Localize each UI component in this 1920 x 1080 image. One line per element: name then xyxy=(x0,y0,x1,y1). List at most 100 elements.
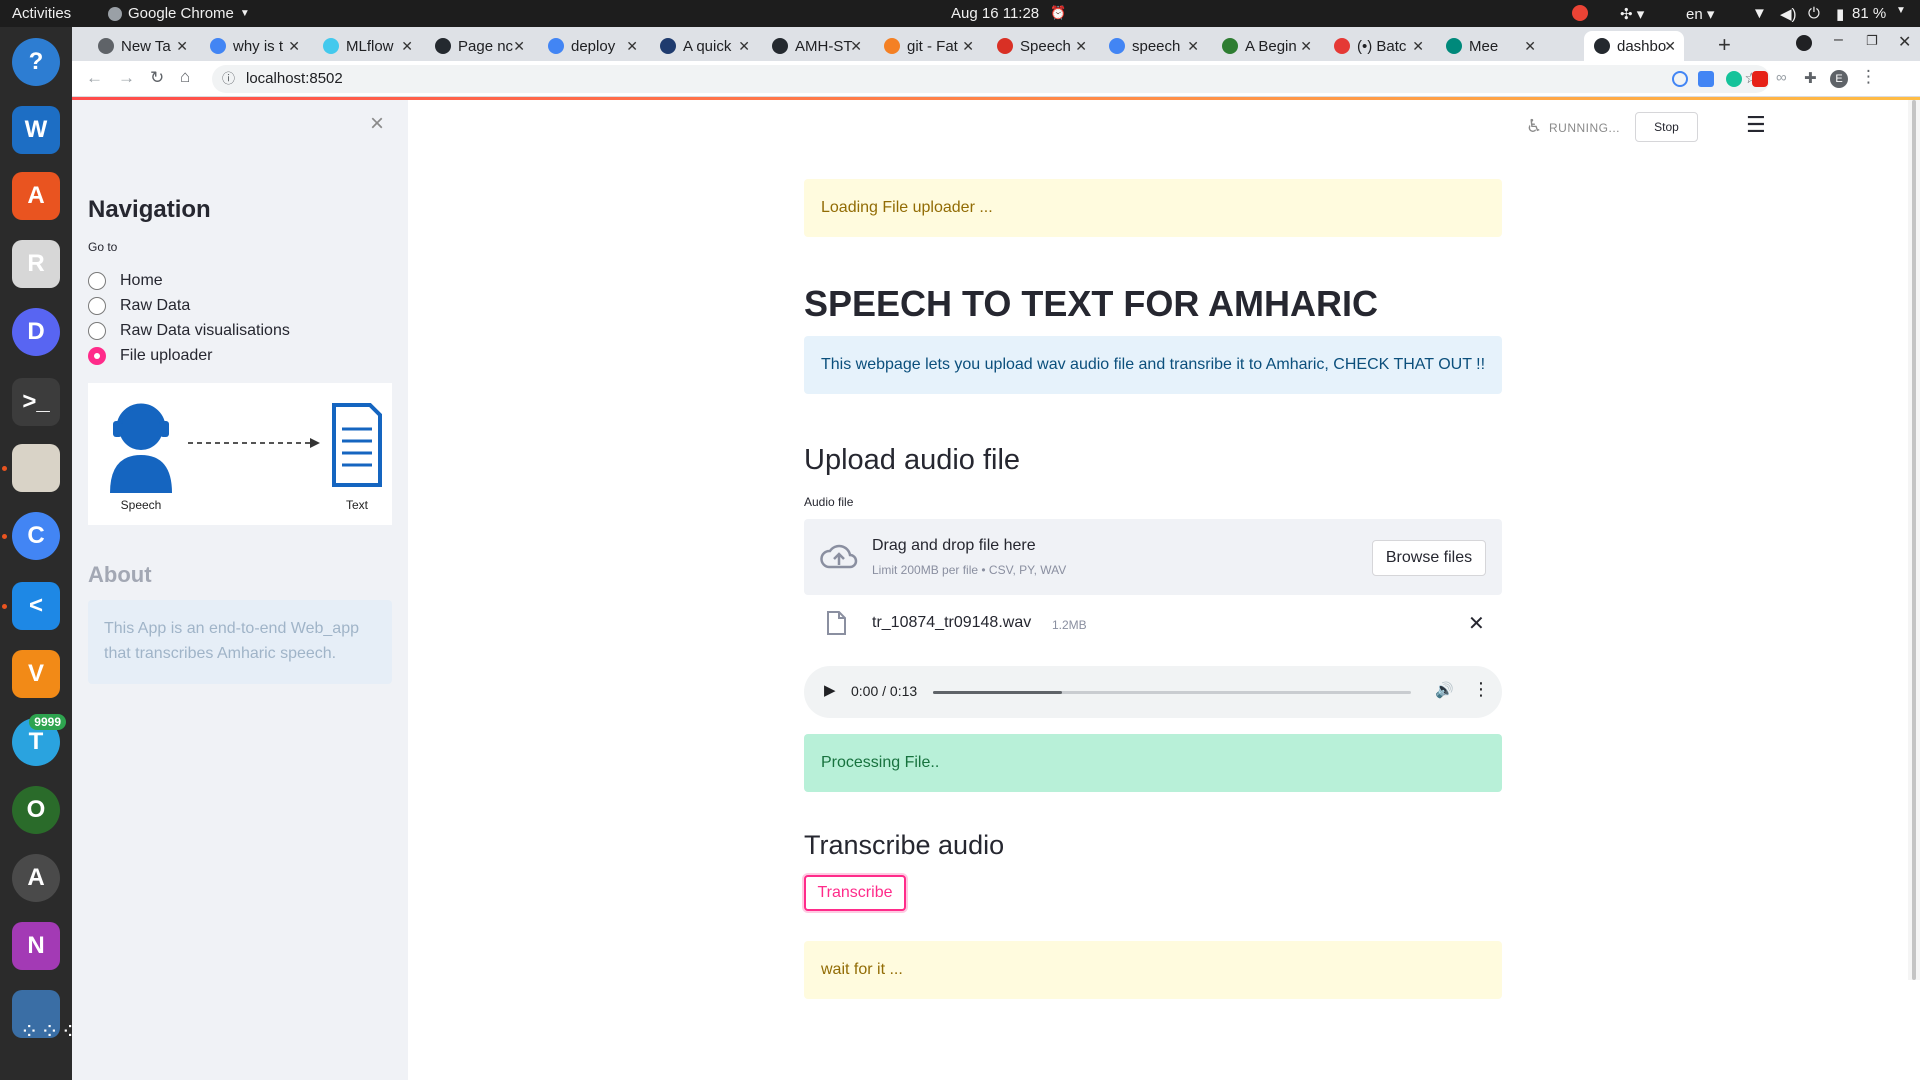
close-tab-icon[interactable]: ✕ xyxy=(513,38,525,55)
browser-tab[interactable]: Page nc ✕ xyxy=(425,31,533,61)
audio-progress-fill xyxy=(933,691,1063,694)
tab-search-icon[interactable] xyxy=(1796,35,1812,51)
dock-software-icon[interactable]: A xyxy=(12,172,60,220)
dock-chrome-icon[interactable]: C xyxy=(12,512,60,560)
dock-help-icon[interactable]: ? xyxy=(12,38,60,86)
system-menu-chevron[interactable]: ▼ xyxy=(1896,5,1906,16)
close-tab-icon[interactable]: ✕ xyxy=(1187,38,1199,55)
show-applications-icon[interactable]: ⁘⁘⁘ xyxy=(20,1021,79,1059)
sidebar-close-icon[interactable]: × xyxy=(370,110,384,138)
tab-label: A quick xyxy=(683,37,732,55)
browser-tab[interactable]: speech ✕ xyxy=(1099,31,1207,61)
radio-button[interactable] xyxy=(88,272,106,290)
browser-tab[interactable]: Speech ✕ xyxy=(987,31,1095,61)
adblock-extension-icon[interactable] xyxy=(1752,71,1768,87)
dock-files-icon[interactable] xyxy=(12,444,60,492)
dock-terminal-icon[interactable]: >_ xyxy=(12,378,60,426)
dock-vlc-icon[interactable]: V xyxy=(12,650,60,698)
dock-writer-icon[interactable]: W xyxy=(12,106,60,154)
dock-camera-icon[interactable]: O xyxy=(12,786,60,834)
dock-reader-icon[interactable]: R xyxy=(12,240,60,288)
file-dropzone[interactable]: Drag and drop file here Limit 200MB per … xyxy=(804,519,1502,595)
forward-icon[interactable]: → xyxy=(118,68,135,88)
volume-icon[interactable]: ◀) xyxy=(1780,5,1797,23)
transcribe-button[interactable]: Transcribe xyxy=(804,875,906,911)
keyboard-layout[interactable]: en ▾ xyxy=(1686,5,1714,23)
browser-tab[interactable]: A quick ✕ xyxy=(650,31,758,61)
grammarly-extension-icon[interactable] xyxy=(1726,71,1742,87)
browser-tab[interactable]: deploy ✕ xyxy=(538,31,646,61)
back-icon[interactable]: ← xyxy=(86,68,103,88)
play-icon[interactable]: ▶ xyxy=(824,681,836,699)
chrome-menu-icon[interactable]: ⋮ xyxy=(1860,67,1877,87)
site-info-icon[interactable]: ⓘ xyxy=(222,65,235,93)
browser-tab[interactable]: MLflow ✕ xyxy=(313,31,421,61)
radio-option-file-uploader[interactable]: File uploader xyxy=(88,347,213,365)
chrome-indicator-icon[interactable] xyxy=(1572,5,1588,25)
dock-vscode-icon[interactable]: < xyxy=(12,582,60,630)
browser-tab[interactable]: why is t ✕ xyxy=(200,31,308,61)
close-tab-icon[interactable]: ✕ xyxy=(1300,38,1312,55)
dock-telegram-icon[interactable]: T 9999 xyxy=(12,714,66,766)
uploaded-file-row: tr_10874_tr09148.wav 1.2MB ✕ xyxy=(804,605,1502,643)
browser-tab[interactable]: dashbo ✕ xyxy=(1584,31,1684,61)
link-extension-icon[interactable]: ∞ xyxy=(1776,69,1787,86)
reload-icon[interactable]: ↻ xyxy=(150,68,164,88)
diagram-caption-speech: Speech xyxy=(121,498,162,512)
address-bar[interactable]: ⓘ localhost:8502 ☆ xyxy=(212,65,1770,93)
audio-progress-track[interactable] xyxy=(933,691,1411,694)
main-scrollbar[interactable] xyxy=(1908,100,1920,980)
volume-icon[interactable]: 🔊 xyxy=(1435,681,1454,699)
hamburger-menu-icon[interactable]: ☰ xyxy=(1746,112,1766,138)
browser-tab[interactable]: (•) Batc ✕ xyxy=(1324,31,1432,61)
wifi-icon[interactable]: ▼ xyxy=(1752,5,1767,22)
radio-option-raw-data[interactable]: Raw Data xyxy=(88,297,190,315)
close-tab-icon[interactable]: ✕ xyxy=(1524,38,1536,55)
radio-option-home[interactable]: Home xyxy=(88,272,163,290)
puzzle-icon[interactable]: ✚ xyxy=(1804,69,1817,87)
close-tab-icon[interactable]: ✕ xyxy=(288,38,300,55)
dock-onenote-icon[interactable]: N xyxy=(12,922,60,970)
stop-button[interactable]: Stop xyxy=(1635,112,1698,142)
ubuntu-dock: ? W A R D >_ C < V T 9999 O A N ⁘⁘⁘ xyxy=(0,27,79,1080)
maximize-icon[interactable]: ❐ xyxy=(1866,33,1878,49)
close-tab-icon[interactable]: ✕ xyxy=(738,38,750,55)
new-tab-icon[interactable]: + xyxy=(1718,32,1731,58)
home-icon[interactable]: ⌂ xyxy=(180,67,190,87)
close-tab-icon[interactable]: ✕ xyxy=(1412,38,1424,55)
app-menu[interactable]: Google Chrome ▼ xyxy=(108,5,250,22)
clock[interactable]: Aug 16 11:28 xyxy=(951,5,1039,22)
browser-tab[interactable]: git - Fat ✕ xyxy=(874,31,982,61)
radio-button-selected[interactable] xyxy=(88,347,106,365)
browser-tab[interactable]: New Ta ✕ xyxy=(88,31,196,61)
audio-more-icon[interactable]: ⋮ xyxy=(1472,679,1490,700)
minimize-icon[interactable]: – xyxy=(1834,31,1843,49)
close-tab-icon[interactable]: ✕ xyxy=(1075,38,1087,55)
browser-tab[interactable]: AMH-ST ✕ xyxy=(762,31,870,61)
dock-discord-icon[interactable]: D xyxy=(12,308,60,356)
loading-alert-text: Loading File uploader ... xyxy=(821,199,993,216)
accessibility-icon[interactable]: ✣ ▾ xyxy=(1620,5,1644,23)
close-tab-icon[interactable]: ✕ xyxy=(1664,38,1676,55)
radio-option-visualisations[interactable]: Raw Data visualisations xyxy=(88,322,290,340)
browse-files-button[interactable]: Browse files xyxy=(1372,540,1486,576)
radio-button[interactable] xyxy=(88,322,106,340)
dock-updater-icon[interactable]: A xyxy=(12,854,60,902)
close-tab-icon[interactable]: ✕ xyxy=(850,38,862,55)
close-tab-icon[interactable]: ✕ xyxy=(401,38,413,55)
translate-extension-icon[interactable] xyxy=(1698,71,1714,87)
scrollbar-thumb[interactable] xyxy=(1912,100,1916,980)
power-icon[interactable]: ⏻ xyxy=(1808,5,1820,22)
tab-favicon-icon xyxy=(1594,38,1610,54)
close-tab-icon[interactable]: ✕ xyxy=(962,38,974,55)
remove-file-icon[interactable]: ✕ xyxy=(1468,611,1485,636)
activities-button[interactable]: Activities xyxy=(12,5,71,22)
profile-avatar[interactable]: E xyxy=(1830,70,1848,88)
browser-tab[interactable]: A Begin ✕ xyxy=(1212,31,1320,61)
radio-button[interactable] xyxy=(88,297,106,315)
browser-tab[interactable]: Mee ✕ xyxy=(1436,31,1544,61)
extension-icon[interactable] xyxy=(1672,71,1688,87)
close-tab-icon[interactable]: ✕ xyxy=(626,38,638,55)
close-window-icon[interactable]: ✕ xyxy=(1898,32,1911,52)
close-tab-icon[interactable]: ✕ xyxy=(176,38,188,55)
